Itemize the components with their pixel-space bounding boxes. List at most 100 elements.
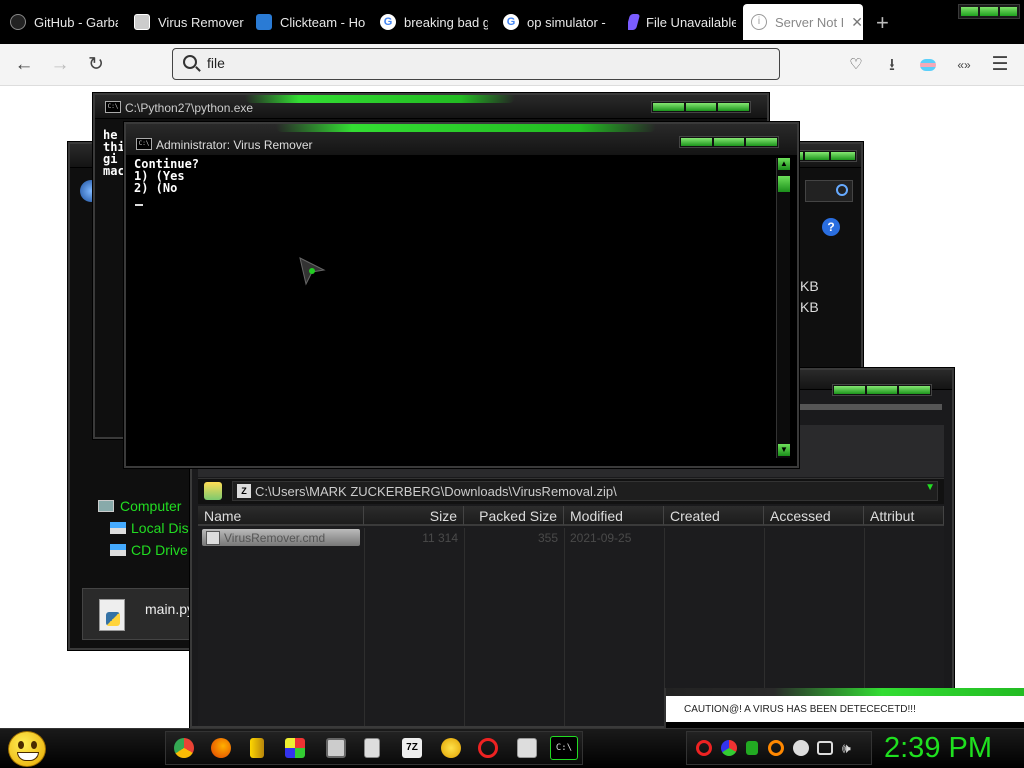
tab-label: Server Not F	[775, 14, 844, 30]
window-title: Administrator: Virus Remover	[156, 138, 313, 152]
console-titlebar: C:\ Administrator: Virus Remover	[126, 124, 797, 156]
column-packed-size[interactable]: Packed Size	[464, 506, 564, 526]
tab-label: GitHub - Garba	[34, 14, 118, 30]
cmd-file-icon	[206, 531, 220, 545]
window-controls[interactable]	[958, 4, 1020, 19]
tab-label: Virus Remover	[158, 14, 244, 30]
column-created[interactable]: Created	[664, 506, 764, 526]
tabs-icon[interactable]: «»	[952, 53, 976, 77]
download-icon[interactable]: ⭳	[880, 53, 904, 77]
smiley-icon[interactable]	[441, 738, 461, 758]
search-icon	[183, 55, 197, 69]
console-line: mac	[103, 164, 125, 178]
search-tray-icon[interactable]	[768, 740, 784, 756]
library-icon[interactable]	[250, 738, 264, 758]
menu-icon[interactable]: ☰	[988, 53, 1012, 77]
color-tray-icon[interactable]	[721, 740, 737, 756]
window-icon[interactable]	[517, 738, 537, 758]
cd-drive-icon	[110, 544, 126, 556]
console-icon: C:\	[136, 138, 152, 150]
file-icon	[628, 14, 641, 30]
scroll-down-icon[interactable]: ▼	[778, 444, 790, 456]
path-input[interactable]: Z C:\Users\MARK ZUCKERBERG\Downloads\Vir…	[232, 481, 938, 501]
text-cursor	[135, 204, 143, 206]
close-tab-icon[interactable]: ✕	[851, 14, 863, 31]
file-name: VirusRemover.cmd	[224, 531, 326, 545]
tab-op-simulator[interactable]: G op simulator -	[503, 4, 613, 40]
sidebar-item-label: Local Disk	[131, 520, 196, 536]
search-icon	[836, 184, 848, 196]
virus-alert: CAUTION@! A VIRUS HAS BEEN DETECECETD!!!	[664, 688, 1024, 728]
tab-github[interactable]: GitHub - Garba	[10, 4, 118, 40]
address-bar[interactable]	[172, 48, 780, 80]
7zip-icon[interactable]: 7Z	[402, 738, 422, 758]
column-modified[interactable]: Modified	[564, 506, 664, 526]
help-icon[interactable]: ?	[822, 218, 840, 236]
pinned-file[interactable]: main.py	[82, 588, 194, 640]
pocket-icon[interactable]: ♡	[844, 53, 868, 77]
reload-button[interactable]: ↻	[84, 53, 108, 77]
browser-nav-bar: ← → ↻ ♡ ⭳ «» ☰	[0, 44, 1024, 86]
console-icon: C:\	[105, 101, 121, 113]
disk-icon	[110, 522, 126, 534]
size-label: KB	[800, 278, 819, 294]
python-titlebar: C:\ C:\Python27\python.exe	[95, 95, 767, 119]
opera-icon[interactable]	[478, 738, 498, 758]
column-accessed[interactable]: Accessed	[764, 506, 864, 526]
column-attributes[interactable]: Attribut	[864, 506, 944, 526]
github-icon	[10, 14, 26, 30]
extension-icon[interactable]	[916, 53, 940, 77]
start-smiley-icon[interactable]	[8, 731, 46, 767]
address-input[interactable]	[207, 55, 767, 71]
back-button[interactable]: ←	[12, 53, 36, 77]
volume-icon[interactable]: 🕪	[842, 740, 858, 756]
computer-icon[interactable]	[326, 738, 346, 758]
firefox-icon[interactable]	[211, 738, 231, 758]
google-icon: G	[503, 14, 519, 30]
file-packed-size: 355	[537, 531, 558, 545]
scroll-thumb[interactable]	[778, 176, 790, 192]
forward-button[interactable]: →	[48, 53, 72, 77]
sidebar-item-computer[interactable]: Computer	[98, 498, 181, 514]
tab-breaking-bad[interactable]: G breaking bad g	[380, 4, 488, 40]
chrome-icon[interactable]	[174, 738, 194, 758]
new-tab-button[interactable]: +	[876, 10, 889, 36]
archive-icon: Z	[237, 484, 251, 498]
app-icon[interactable]	[285, 738, 305, 758]
virus-remover-console: C:\ Administrator: Virus Remover Continu…	[124, 122, 799, 468]
tab-label: Clickteam - Ho	[280, 14, 366, 30]
scroll-up-icon[interactable]: ▲	[778, 158, 790, 170]
tab-label: breaking bad g	[404, 14, 488, 30]
file-size: 11 314	[422, 531, 458, 545]
python-file-icon	[99, 599, 125, 631]
opera-tray-icon[interactable]	[696, 740, 712, 756]
sidebar-item-local-disk[interactable]: Local Disk	[110, 520, 196, 536]
size-label: KB	[800, 299, 819, 315]
tray-icon[interactable]	[746, 741, 758, 755]
tab-clickteam[interactable]: Clickteam - Ho	[256, 4, 368, 40]
computer-icon	[98, 500, 114, 512]
path-bar: Z C:\Users\MARK ZUCKERBERG\Downloads\Vir…	[198, 478, 944, 504]
console-task-icon[interactable]: C:\	[550, 736, 578, 760]
file-name: main.py	[145, 601, 195, 617]
google-icon: G	[380, 14, 396, 30]
column-size[interactable]: Size	[364, 506, 464, 526]
tab-file-unavailable[interactable]: File Unavailable	[628, 4, 736, 40]
clock[interactable]: 2:39 PM	[884, 732, 992, 765]
table-row[interactable]: VirusRemover.cmd 11 314 355 2021-09-25	[198, 528, 944, 548]
network-icon[interactable]	[817, 741, 833, 755]
search-box[interactable]	[805, 180, 853, 202]
image-icon	[134, 14, 150, 30]
explorer-icon[interactable]	[364, 738, 380, 758]
folder-up-icon[interactable]	[204, 482, 222, 500]
console-line: 2) (No	[134, 181, 178, 195]
file-modified: 2021-09-25	[570, 531, 632, 545]
chevron-down-icon[interactable]: ▼	[925, 482, 935, 493]
status-tray-icon[interactable]	[793, 740, 809, 756]
column-name[interactable]: Name	[198, 506, 364, 526]
tab-server-not-found[interactable]: i Server Not F ✕	[743, 4, 863, 40]
window-title: C:\Python27\python.exe	[125, 101, 254, 115]
tab-label: op simulator -	[527, 14, 606, 30]
console-scrollbar[interactable]: ▲ ▼	[776, 158, 790, 458]
tab-virus-remover[interactable]: Virus Remover	[134, 4, 246, 40]
